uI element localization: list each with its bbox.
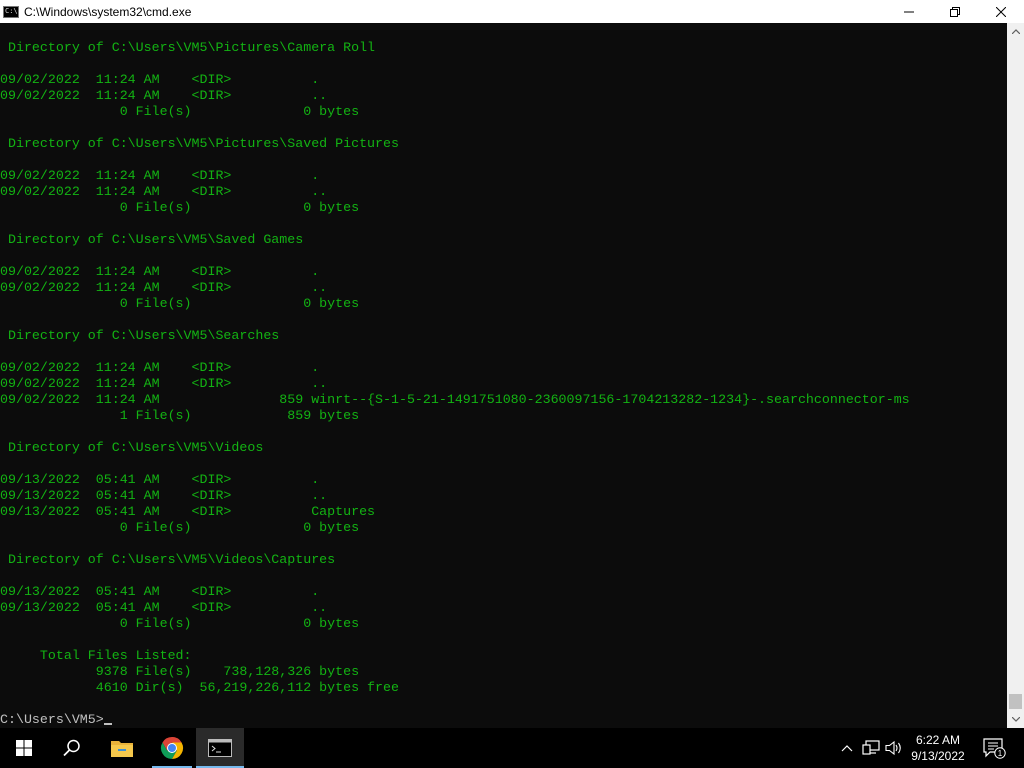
console-line: 09/02/2022 11:24 AM <DIR> . (0, 264, 320, 279)
search-icon (63, 739, 80, 757)
cmd-app-icon-glyph: C:\ (5, 7, 18, 15)
scroll-thumb[interactable] (1009, 694, 1022, 709)
console-line: 0 File(s) 0 bytes (0, 104, 360, 119)
start-button[interactable] (0, 728, 48, 768)
minimize-button[interactable] (886, 0, 932, 23)
cmd-app-icon[interactable]: C:\ (3, 5, 19, 18)
console-line: 09/02/2022 11:24 AM <DIR> . (0, 360, 320, 375)
console-line: 0 File(s) 0 bytes (0, 616, 360, 631)
console-line: 09/13/2022 05:41 AM <DIR> Captures (0, 504, 376, 519)
console-line: 09/02/2022 11:24 AM <DIR> .. (0, 88, 328, 103)
console-line: Directory of C:\Users\VM5\Pictures\Camer… (0, 40, 376, 55)
console-line: 1 File(s) 859 bytes (0, 408, 360, 423)
console-line: Directory of C:\Users\VM5\Videos\Capture… (0, 552, 336, 567)
console-line: 09/02/2022 11:24 AM <DIR> .. (0, 376, 328, 391)
console-output: Directory of C:\Users\VM5\Pictures\Camer… (0, 40, 910, 728)
chevron-up-icon (841, 745, 853, 752)
console-line: 0 File(s) 0 bytes (0, 520, 360, 535)
window-title: C:\Windows\system32\cmd.exe (24, 4, 192, 19)
clock-date: 9/13/2022 (911, 749, 965, 763)
console-line: 09/02/2022 11:24 AM <DIR> .. (0, 184, 328, 199)
action-center-button[interactable]: 1 (978, 728, 1010, 768)
chrome-button[interactable] (148, 728, 196, 768)
command-prompt-taskbar-button[interactable] (196, 728, 244, 768)
network-icon (862, 740, 880, 755)
console-line: 09/02/2022 11:24 AM <DIR> .. (0, 280, 328, 295)
notification-icon: 1 (983, 738, 1006, 759)
file-explorer-button[interactable] (98, 728, 146, 768)
minimize-icon (904, 11, 914, 12)
taskbar: 6:22 AM 9/13/2022 1 (0, 728, 1024, 768)
scroll-up-button[interactable] (1007, 23, 1024, 40)
scroll-down-button[interactable] (1007, 711, 1024, 728)
restore-icon (950, 6, 960, 17)
console-line: Directory of C:\Users\VM5\Videos (0, 440, 264, 455)
console-line: 09/02/2022 11:24 AM 859 winrt--{S-1-5-21… (0, 392, 910, 407)
console-line: 09/13/2022 05:41 AM <DIR> . (0, 472, 320, 487)
console-line: Total Files Listed: (0, 648, 192, 663)
console-line: 4610 Dir(s) 56,219,226,112 bytes free (0, 680, 399, 695)
title-bar[interactable]: C:\ C:\Windows\system32\cmd.exe (0, 0, 1024, 23)
notification-count: 1 (998, 749, 1003, 758)
chrome-icon (160, 737, 184, 759)
console-line: 09/02/2022 11:24 AM <DIR> . (0, 168, 320, 183)
close-button[interactable] (978, 0, 1024, 23)
console-lines: Directory of C:\Users\VM5\Pictures\Camer… (0, 40, 910, 695)
restore-button[interactable] (932, 0, 978, 23)
vertical-scrollbar[interactable] (1007, 23, 1024, 728)
command-prompt-line[interactable]: C:\Users\VM5> (0, 712, 112, 727)
close-icon (996, 6, 1006, 17)
clock-time: 6:22 AM (915, 733, 961, 747)
arrow-up-icon (1011, 29, 1020, 34)
taskbar-clock[interactable]: 6:22 AM 9/13/2022 (904, 728, 972, 768)
arrow-down-icon (1011, 717, 1020, 722)
volume-icon (885, 740, 901, 756)
windows-logo-icon (16, 740, 32, 756)
console-line: 09/13/2022 05:41 AM <DIR> .. (0, 600, 328, 615)
console-line: 0 File(s) 0 bytes (0, 296, 360, 311)
console-line: 0 File(s) 0 bytes (0, 200, 360, 215)
console-line: 09/13/2022 05:41 AM <DIR> .. (0, 488, 328, 503)
show-hidden-icons-button[interactable] (838, 728, 856, 768)
console-line: 09/13/2022 05:41 AM <DIR> . (0, 584, 320, 599)
console-line: 9378 File(s) 738,128,326 bytes (0, 664, 360, 679)
console-line: Directory of C:\Users\VM5\Saved Games (0, 232, 304, 247)
search-button[interactable] (48, 728, 96, 768)
network-tray-button[interactable] (860, 728, 882, 768)
console-line: Directory of C:\Users\VM5\Pictures\Saved… (0, 136, 399, 151)
cmd-icon (208, 739, 232, 757)
prompt-text: C:\Users\VM5> (0, 712, 104, 727)
console-area[interactable]: Directory of C:\Users\VM5\Pictures\Camer… (0, 23, 1007, 728)
folder-icon (111, 741, 133, 757)
text-cursor (103, 723, 112, 725)
console-line: Directory of C:\Users\VM5\Searches (0, 328, 280, 343)
volume-tray-button[interactable] (884, 728, 904, 768)
console-line: 09/02/2022 11:24 AM <DIR> . (0, 72, 320, 87)
